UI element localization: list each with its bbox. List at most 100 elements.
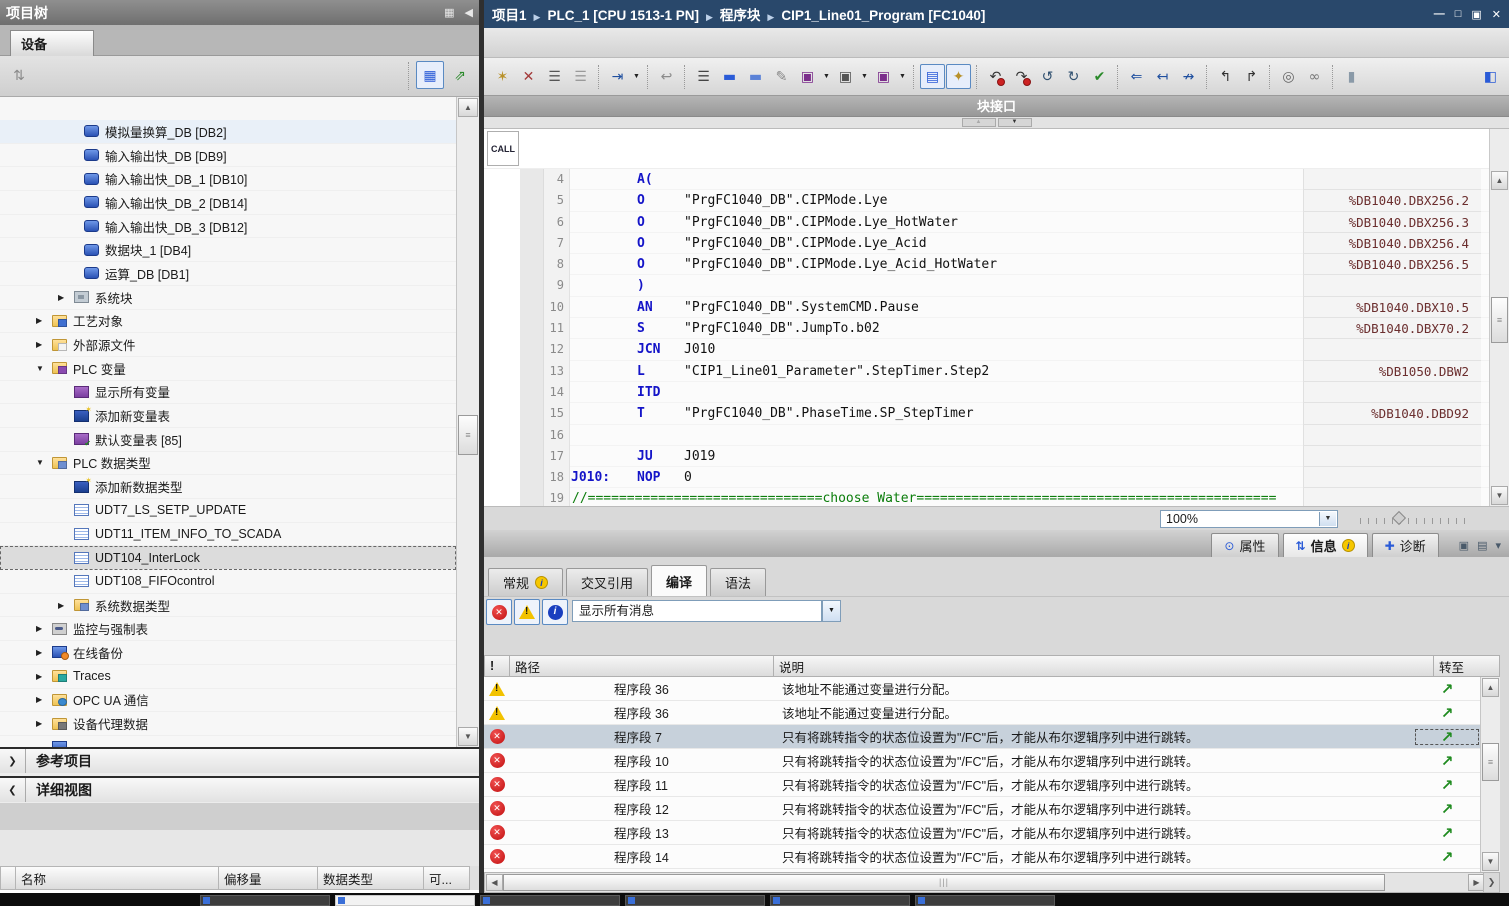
tab-devices[interactable]: 设备	[10, 30, 94, 56]
tree-item[interactable]: 运算_DB [DB1]	[0, 262, 456, 286]
chevron-down-icon[interactable]: ▼	[821, 73, 832, 80]
code-text[interactable]: )	[570, 275, 1303, 296]
code-text[interactable]: S"PrgFC1040_DB".JumpTo.b02	[570, 318, 1303, 339]
chevron-down-icon[interactable]: ▼	[822, 600, 841, 622]
breadcrumb-segment[interactable]: 程序块	[720, 8, 761, 23]
details-view-button[interactable]: ▦	[416, 61, 444, 89]
open-in-editor-button[interactable]: ⇗	[446, 61, 474, 89]
absolute-info-toggle-icon[interactable]: ▤	[920, 64, 945, 89]
breakpoint-margin[interactable]	[520, 190, 544, 211]
tree-item[interactable]: 显示所有变量	[0, 381, 456, 405]
message-row[interactable]: ✕程序段 11只有将跳转指令的状态位设置为"/FC"后，才能从布尔逻辑序列中进行…	[484, 773, 1480, 797]
breakpoint-margin[interactable]	[520, 233, 544, 254]
float-pane-icon[interactable]: ▣	[1459, 539, 1469, 552]
scroll-thumb[interactable]: |||	[503, 874, 1385, 891]
code-line[interactable]: 11S"PrgFC1040_DB".JumpTo.b02%DB1040.DBX7…	[484, 318, 1489, 339]
goto-arrow-icon[interactable]: ↗	[1414, 704, 1480, 722]
goto-arrow-icon[interactable]: ↗	[1414, 824, 1480, 842]
expander-icon[interactable]: ▶	[36, 340, 52, 349]
breakpoint-margin[interactable]	[520, 361, 544, 382]
scroll-down-button[interactable]: ▼	[1491, 486, 1508, 505]
collapse-networks-icon[interactable]: ☰	[568, 64, 593, 89]
previous-error-icon[interactable]: ↶	[983, 64, 1008, 89]
tree-item[interactable]: 添加新数据类型	[0, 475, 456, 499]
tree-item[interactable]: UDT11_ITEM_INFO_TO_SCADA	[0, 523, 456, 547]
message-row[interactable]: ✕程序段 14只有将跳转指令的状态位设置为"/FC"后，才能从布尔逻辑序列中进行…	[484, 845, 1480, 869]
expander-icon[interactable]: ▼	[36, 364, 52, 373]
code-text[interactable]	[570, 425, 1303, 446]
tree-item[interactable]: 数据块_1 [DB4]	[0, 238, 456, 262]
column-path[interactable]: 路径	[510, 655, 774, 677]
code-line[interactable]: 6O"PrgFC1040_DB".CIPMode.Lye_HotWater%DB…	[484, 212, 1489, 233]
network-add-icon[interactable]: ✶	[490, 64, 515, 89]
subtab-compile[interactable]: 编译	[651, 565, 707, 596]
taskbar-window-thumb[interactable]	[770, 895, 910, 906]
info-filter-button[interactable]: i	[542, 599, 568, 625]
expand-networks-icon[interactable]: ☰	[542, 64, 567, 89]
breakpoint-margin[interactable]	[520, 339, 544, 360]
block-interface-bar[interactable]: 块接口	[484, 96, 1509, 117]
code-text[interactable]: AN"PrgFC1040_DB".SystemCMD.Pause	[570, 297, 1303, 318]
network-title-toggle-icon[interactable]: ▬	[717, 64, 742, 89]
list-pane-icon[interactable]: ▤	[1477, 539, 1487, 552]
maximize-button[interactable]: ▣	[1471, 8, 1481, 21]
error-filter-button[interactable]: ✕	[486, 599, 512, 625]
detail-column-1[interactable]: 偏移量	[219, 866, 318, 890]
message-hscrollbar[interactable]: ◀ ||| ▶	[484, 872, 1500, 893]
breakpoint-margin[interactable]	[520, 403, 544, 424]
tree-item[interactable]: 输入输出快_DB_3 [DB12]	[0, 215, 456, 239]
code-line[interactable]: 16	[484, 425, 1489, 446]
scroll-up-button[interactable]: ▲	[458, 98, 478, 117]
warning-filter-button[interactable]	[514, 599, 540, 625]
stl-code-editor[interactable]: CALL 4A(5O"PrgFC1040_DB".CIPMode.Lye%DB1…	[484, 129, 1509, 506]
tree-item[interactable]: ▶Traces	[0, 665, 456, 689]
delete-jump-label-icon[interactable]: ↛	[1176, 64, 1201, 89]
subtab-general[interactable]: 常规i	[488, 568, 563, 596]
tree-item[interactable]: 默认变量表 [85]	[0, 428, 456, 452]
code-text[interactable]: L"CIP1_Line01_Parameter".StepTimer.Step2	[570, 361, 1303, 382]
sort-view-icon[interactable]: ⇅	[8, 64, 30, 86]
code-text[interactable]: JCNJ010	[570, 339, 1303, 360]
breakpoint-margin[interactable]	[520, 212, 544, 233]
goto-arrow-icon[interactable]: ↗	[1414, 776, 1480, 794]
expander-icon[interactable]: ▶	[58, 601, 74, 610]
code-line[interactable]: 15T"PrgFC1040_DB".PhaseTime.SP_StepTimer…	[484, 403, 1489, 424]
tab-properties[interactable]: ⊙属性	[1211, 533, 1278, 557]
subtab-cross-reference[interactable]: 交叉引用	[566, 568, 648, 596]
code-line[interactable]: 7O"PrgFC1040_DB".CIPMode.Lye_Acid%DB1040…	[484, 233, 1489, 254]
message-row[interactable]: ✕程序段 10只有将跳转指令的状态位设置为"/FC"后，才能从布尔逻辑序列中进行…	[484, 749, 1480, 773]
code-text[interactable]: O"PrgFC1040_DB".CIPMode.Lye_Acid	[570, 233, 1303, 254]
taskbar-window-thumb[interactable]	[480, 895, 620, 906]
editor-scrollbar[interactable]: ▲ ≡ ▼	[1489, 129, 1509, 506]
message-row[interactable]: ✕程序段 13只有将跳转指令的状态位设置为"/FC"后，才能从布尔逻辑序列中进行…	[484, 821, 1480, 845]
tree-item[interactable]	[0, 736, 456, 747]
scroll-up-button[interactable]: ▲	[1482, 678, 1499, 697]
expander-icon[interactable]: ▶	[58, 293, 74, 302]
breadcrumb-segment[interactable]: PLC_1 [CPU 1513-1 PN]	[547, 8, 699, 23]
code-line[interactable]: 10AN"PrgFC1040_DB".SystemCMD.Pause%DB104…	[484, 297, 1489, 318]
tree-item[interactable]: UDT7_LS_SETP_UPDATE	[0, 499, 456, 523]
chevron-down-icon[interactable]: ▼	[631, 73, 642, 80]
zoom-slider[interactable]	[1360, 518, 1472, 524]
expand-right-icon[interactable]: ❯	[0, 749, 26, 773]
insert-jump-label-icon[interactable]: ↤	[1150, 64, 1175, 89]
minimize-button[interactable]: —	[1434, 8, 1445, 21]
expander-icon[interactable]: ▶	[36, 648, 52, 657]
tree-item[interactable]: UDT104_InterLock	[0, 546, 456, 570]
find-in-editor-icon[interactable]: ◎	[1276, 64, 1301, 89]
detail-column-3[interactable]: 可...	[424, 866, 470, 890]
network-navigation-icon[interactable]: ☰	[691, 64, 716, 89]
tree-item[interactable]: ▶设备代理数据	[0, 712, 456, 736]
breakpoint-margin[interactable]	[520, 488, 544, 506]
code-line[interactable]: 17JUJ019	[484, 446, 1489, 467]
breakpoint-margin[interactable]	[520, 382, 544, 403]
tree-item[interactable]: ▶系统数据类型	[0, 594, 456, 618]
splitter-down-button[interactable]: ▼	[998, 118, 1032, 127]
code-line[interactable]: 5O"PrgFC1040_DB".CIPMode.Lye%DB1040.DBX2…	[484, 190, 1489, 211]
code-line[interactable]: 4A(	[484, 169, 1489, 190]
goto-arrow-icon[interactable]: ↗	[1414, 680, 1480, 698]
refresh-interface-icon[interactable]: ↻	[1061, 64, 1086, 89]
project-tree[interactable]: 模拟量换算_DB [DB2]输入输出快_DB [DB9]输入输出快_DB_1 […	[0, 97, 456, 747]
subtab-syntax[interactable]: 语法	[710, 568, 766, 596]
zoom-slider-thumb[interactable]	[1392, 511, 1406, 525]
